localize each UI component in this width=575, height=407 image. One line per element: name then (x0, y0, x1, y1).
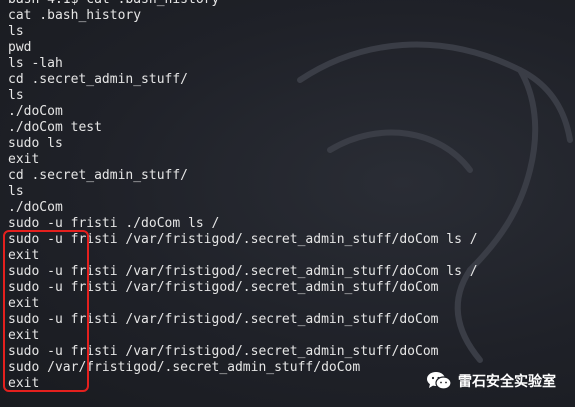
terminal-line: sudo -u fristi /var/fristigod/.secret_ad… (8, 344, 439, 359)
terminal-line: exit (8, 328, 40, 343)
terminal-line: exit (8, 296, 40, 311)
terminal-line: sudo -u fristi /var/fristigod/.secret_ad… (8, 232, 478, 247)
terminal-line: ls (8, 88, 24, 103)
terminal-line: ls -lah (8, 56, 63, 71)
terminal-window[interactable]: bash-4.1$ cat .bash_history cat .bash_hi… (0, 0, 575, 407)
terminal-line: cd .secret_admin_stuff/ (8, 168, 189, 183)
terminal-line: ./doCom (8, 200, 63, 215)
terminal-output: bash-4.1$ cat .bash_history cat .bash_hi… (8, 0, 478, 392)
terminal-line: exit (8, 376, 40, 391)
terminal-line: sudo ls (8, 136, 63, 151)
terminal-line: sudo /var/fristigod/.secret_admin_stuff/… (8, 360, 361, 375)
terminal-line: bash-4.1$ cat .bash_history (8, 0, 478, 8)
terminal-line: sudo -u fristi /var/fristigod/.secret_ad… (8, 312, 439, 327)
terminal-line: ./doCom (8, 104, 63, 119)
terminal-line: sudo -u fristi /var/fristigod/.secret_ad… (8, 280, 439, 295)
terminal-line: exit (8, 248, 40, 263)
terminal-line: cat .bash_history (8, 8, 142, 23)
terminal-line: ./doCom test (8, 120, 102, 135)
terminal-line: pwd (8, 40, 32, 55)
terminal-line: ls (8, 24, 24, 39)
terminal-line: exit (8, 152, 40, 167)
terminal-line: ls (8, 184, 24, 199)
terminal-line: sudo -u fristi /var/fristigod/.secret_ad… (8, 264, 478, 279)
terminal-line: sudo -u fristi ./doCom ls / (8, 216, 220, 231)
terminal-line: cd .secret_admin_stuff/ (8, 72, 189, 87)
